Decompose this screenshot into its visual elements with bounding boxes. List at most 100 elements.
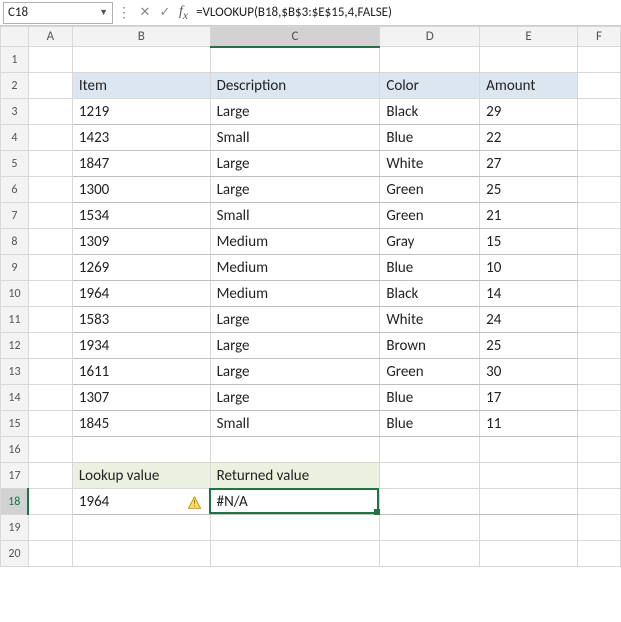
header-description[interactable]: Description — [210, 73, 380, 99]
cell-A3[interactable] — [28, 99, 72, 125]
cell-D20[interactable] — [380, 541, 480, 567]
fx-icon[interactable]: fx — [175, 4, 192, 22]
row-head-5[interactable]: 5 — [1, 151, 29, 177]
cell-returned-value[interactable]: #N/A — [210, 489, 380, 515]
spreadsheet-grid[interactable]: A B C D E F 12ItemDescriptionColorAmount… — [0, 26, 621, 567]
cell-lookup-value[interactable]: 1964! — [72, 489, 210, 515]
row-head-19[interactable]: 19 — [1, 515, 29, 541]
cell-F14[interactable] — [578, 385, 621, 411]
cell-B19[interactable] — [72, 515, 210, 541]
header-amount[interactable]: Amount — [480, 73, 578, 99]
cell-F19[interactable] — [578, 515, 621, 541]
cell-D16[interactable] — [380, 437, 480, 463]
row-head-8[interactable]: 8 — [1, 229, 29, 255]
cell-E16[interactable] — [480, 437, 578, 463]
row-head-3[interactable]: 3 — [1, 99, 29, 125]
cell-desc-11[interactable]: Large — [210, 307, 380, 333]
cell-desc-12[interactable]: Large — [210, 333, 380, 359]
row-head-10[interactable]: 10 — [1, 281, 29, 307]
cell-F11[interactable] — [578, 307, 621, 333]
cell-desc-10[interactable]: Medium — [210, 281, 380, 307]
cell-F15[interactable] — [578, 411, 621, 437]
cell-amount-10[interactable]: 14 — [480, 281, 578, 307]
cell-F3[interactable] — [578, 99, 621, 125]
cell-A11[interactable] — [28, 307, 72, 333]
cell-F6[interactable] — [578, 177, 621, 203]
cell-F8[interactable] — [578, 229, 621, 255]
header-item[interactable]: Item — [72, 73, 210, 99]
cell-color-10[interactable]: Black — [380, 281, 480, 307]
cell-A7[interactable] — [28, 203, 72, 229]
cell-A6[interactable] — [28, 177, 72, 203]
row-head-9[interactable]: 9 — [1, 255, 29, 281]
cell-B16[interactable] — [72, 437, 210, 463]
cell-desc-6[interactable]: Large — [210, 177, 380, 203]
cell-E19[interactable] — [480, 515, 578, 541]
header-color[interactable]: Color — [380, 73, 480, 99]
cell-F1[interactable] — [578, 47, 621, 73]
cell-desc-15[interactable]: Small — [210, 411, 380, 437]
cell-F20[interactable] — [578, 541, 621, 567]
cell-item-14[interactable]: 1307 — [72, 385, 210, 411]
cell-C19[interactable] — [210, 515, 380, 541]
cell-F16[interactable] — [578, 437, 621, 463]
cell-desc-7[interactable]: Small — [210, 203, 380, 229]
col-head-F[interactable]: F — [578, 27, 621, 47]
header-lookup-value[interactable]: Lookup value — [72, 463, 210, 489]
cell-color-12[interactable]: Brown — [380, 333, 480, 359]
cell-A18[interactable] — [28, 489, 72, 515]
cell-desc-3[interactable]: Large — [210, 99, 380, 125]
cell-amount-15[interactable]: 11 — [480, 411, 578, 437]
cell-C16[interactable] — [210, 437, 380, 463]
row-head-15[interactable]: 15 — [1, 411, 29, 437]
row-head-14[interactable]: 14 — [1, 385, 29, 411]
cell-A2[interactable] — [28, 73, 72, 99]
cell-D1[interactable] — [380, 47, 480, 73]
row-head-6[interactable]: 6 — [1, 177, 29, 203]
cell-F13[interactable] — [578, 359, 621, 385]
cell-B1[interactable] — [72, 47, 210, 73]
chevron-down-icon[interactable]: ▼ — [99, 7, 108, 18]
cell-color-9[interactable]: Blue — [380, 255, 480, 281]
cell-E1[interactable] — [480, 47, 578, 73]
cell-color-4[interactable]: Blue — [380, 125, 480, 151]
cell-item-5[interactable]: 1847 — [72, 151, 210, 177]
header-returned-value[interactable]: Returned value — [210, 463, 380, 489]
cell-A19[interactable] — [28, 515, 72, 541]
cell-amount-13[interactable]: 30 — [480, 359, 578, 385]
cell-color-5[interactable]: White — [380, 151, 480, 177]
cell-F18[interactable] — [578, 489, 621, 515]
select-all[interactable] — [1, 27, 29, 47]
cell-F10[interactable] — [578, 281, 621, 307]
cell-F12[interactable] — [578, 333, 621, 359]
cell-F2[interactable] — [578, 73, 621, 99]
cell-item-11[interactable]: 1583 — [72, 307, 210, 333]
cell-A4[interactable] — [28, 125, 72, 151]
cell-color-13[interactable]: Green — [380, 359, 480, 385]
col-head-E[interactable]: E — [480, 27, 578, 47]
cell-amount-12[interactable]: 25 — [480, 333, 578, 359]
cell-B20[interactable] — [72, 541, 210, 567]
name-box[interactable]: C18 ▼ — [3, 2, 113, 24]
cell-amount-11[interactable]: 24 — [480, 307, 578, 333]
cell-item-13[interactable]: 1611 — [72, 359, 210, 385]
cell-A16[interactable] — [28, 437, 72, 463]
cell-desc-9[interactable]: Medium — [210, 255, 380, 281]
cancel-icon[interactable]: ✕ — [135, 5, 155, 20]
row-head-11[interactable]: 11 — [1, 307, 29, 333]
cell-A9[interactable] — [28, 255, 72, 281]
cell-F9[interactable] — [578, 255, 621, 281]
resize-handle-icon[interactable]: ⋮ — [113, 4, 135, 21]
cell-A1[interactable] — [28, 47, 72, 73]
cell-item-15[interactable]: 1845 — [72, 411, 210, 437]
cell-item-3[interactable]: 1219 — [72, 99, 210, 125]
cell-color-7[interactable]: Green — [380, 203, 480, 229]
cell-color-6[interactable]: Green — [380, 177, 480, 203]
cell-D19[interactable] — [380, 515, 480, 541]
cell-amount-4[interactable]: 22 — [480, 125, 578, 151]
cell-item-8[interactable]: 1309 — [72, 229, 210, 255]
cell-D18[interactable] — [380, 489, 480, 515]
row-head-16[interactable]: 16 — [1, 437, 29, 463]
cell-A5[interactable] — [28, 151, 72, 177]
cell-amount-8[interactable]: 15 — [480, 229, 578, 255]
